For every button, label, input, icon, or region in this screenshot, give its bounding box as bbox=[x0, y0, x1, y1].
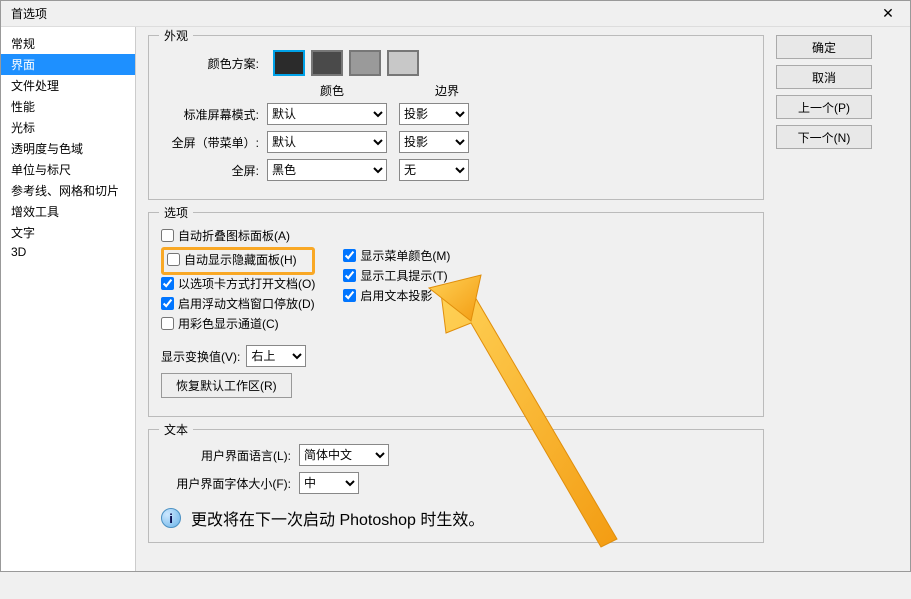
ui-font-label: 用户界面字体大小(F): bbox=[161, 475, 291, 492]
text-group-title: 文本 bbox=[159, 421, 193, 438]
sidebar-item-3d[interactable]: 3D bbox=[1, 243, 135, 261]
highlight-box: 自动显示隐藏面板(H) bbox=[161, 247, 315, 275]
opt-auto-show-hidden[interactable]: 自动显示隐藏面板(H) bbox=[167, 251, 309, 268]
opt-menu-colors-checkbox[interactable] bbox=[343, 249, 356, 262]
opt-floating-dock[interactable]: 启用浮动文档窗口停放(D) bbox=[161, 295, 315, 312]
fullscreen-label: 全屏: bbox=[161, 162, 259, 179]
cancel-button[interactable]: 取消 bbox=[776, 65, 872, 89]
ui-language-select[interactable]: 简体中文 bbox=[299, 444, 389, 466]
sidebar-item-interface[interactable]: 界面 bbox=[1, 54, 135, 75]
preferences-window: 首选项 ✕ 常规 界面 文件处理 性能 光标 透明度与色域 单位与标尺 参考线、… bbox=[0, 0, 911, 572]
fullscreen-menu-boundary-select[interactable]: 投影 bbox=[399, 131, 469, 153]
info-text: 更改将在下一次启动 Photoshop 时生效。 bbox=[191, 506, 484, 530]
ok-button[interactable]: 确定 bbox=[776, 35, 872, 59]
sidebar-item-units[interactable]: 单位与标尺 bbox=[1, 159, 135, 180]
appearance-group: 外观 颜色方案: 颜色 边界 标准屏幕模式: 默认 投影 bbox=[148, 35, 764, 200]
restore-workspace-button[interactable]: 恢复默认工作区(R) bbox=[161, 373, 292, 398]
opt-open-tabs[interactable]: 以选项卡方式打开文档(O) bbox=[161, 275, 315, 292]
sidebar-item-plugins[interactable]: 增效工具 bbox=[1, 201, 135, 222]
standard-screen-boundary-select[interactable]: 投影 bbox=[399, 103, 469, 125]
opt-tooltips[interactable]: 显示工具提示(T) bbox=[343, 267, 450, 284]
ui-font-select[interactable]: 中 bbox=[299, 472, 359, 494]
content: 常规 界面 文件处理 性能 光标 透明度与色域 单位与标尺 参考线、网格和切片 … bbox=[1, 27, 910, 571]
header-boundary: 边界 bbox=[407, 82, 487, 99]
standard-screen-label: 标准屏幕模式: bbox=[161, 106, 259, 123]
fullscreen-menu-label: 全屏（带菜单）: bbox=[161, 134, 259, 151]
main-panel: 外观 颜色方案: 颜色 边界 标准屏幕模式: 默认 投影 bbox=[136, 27, 776, 571]
prev-button[interactable]: 上一个(P) bbox=[776, 95, 872, 119]
opt-tooltips-checkbox[interactable] bbox=[343, 269, 356, 282]
options-group-title: 选项 bbox=[159, 204, 193, 221]
opt-open-tabs-checkbox[interactable] bbox=[161, 277, 174, 290]
fullscreen-boundary-select[interactable]: 无 bbox=[399, 159, 469, 181]
opt-color-channels[interactable]: 用彩色显示通道(C) bbox=[161, 315, 315, 332]
standard-screen-color-select[interactable]: 默认 bbox=[267, 103, 387, 125]
sidebar-item-guides[interactable]: 参考线、网格和切片 bbox=[1, 180, 135, 201]
swatch-light[interactable] bbox=[387, 50, 419, 76]
sidebar-item-cursors[interactable]: 光标 bbox=[1, 117, 135, 138]
sidebar-item-file-handling[interactable]: 文件处理 bbox=[1, 75, 135, 96]
sidebar-item-performance[interactable]: 性能 bbox=[1, 96, 135, 117]
show-transform-select[interactable]: 右上 bbox=[246, 345, 306, 367]
appearance-group-title: 外观 bbox=[159, 27, 193, 44]
swatch-medium-light[interactable] bbox=[349, 50, 381, 76]
opt-text-shadow[interactable]: 启用文本投影 bbox=[343, 287, 450, 304]
color-scheme-label: 颜色方案: bbox=[161, 55, 259, 72]
fullscreen-menu-color-select[interactable]: 默认 bbox=[267, 131, 387, 153]
header-color: 颜色 bbox=[267, 82, 397, 99]
opt-auto-show-hidden-checkbox[interactable] bbox=[167, 253, 180, 266]
sidebar-item-transparency[interactable]: 透明度与色域 bbox=[1, 138, 135, 159]
swatch-dark[interactable] bbox=[273, 50, 305, 76]
sidebar: 常规 界面 文件处理 性能 光标 透明度与色域 单位与标尺 参考线、网格和切片 … bbox=[1, 27, 136, 571]
show-transform-label: 显示变换值(V): bbox=[161, 348, 240, 365]
sidebar-item-general[interactable]: 常规 bbox=[1, 33, 135, 54]
window-title: 首选项 bbox=[7, 5, 47, 22]
text-group: 文本 用户界面语言(L): 简体中文 用户界面字体大小(F): 中 i 更改将在… bbox=[148, 429, 764, 543]
right-panel: 确定 取消 上一个(P) 下一个(N) bbox=[776, 27, 886, 571]
opt-color-channels-checkbox[interactable] bbox=[161, 317, 174, 330]
titlebar: 首选项 ✕ bbox=[1, 1, 910, 27]
sidebar-item-type[interactable]: 文字 bbox=[1, 222, 135, 243]
opt-auto-collapse[interactable]: 自动折叠图标面板(A) bbox=[161, 227, 315, 244]
ui-language-label: 用户界面语言(L): bbox=[161, 447, 291, 464]
fullscreen-color-select[interactable]: 黑色 bbox=[267, 159, 387, 181]
opt-auto-collapse-checkbox[interactable] bbox=[161, 229, 174, 242]
opt-floating-dock-checkbox[interactable] bbox=[161, 297, 174, 310]
options-group: 选项 自动折叠图标面板(A) 自动显示隐藏面板(H) 以选项卡方式打开文档(O)… bbox=[148, 212, 764, 417]
close-icon[interactable]: ✕ bbox=[872, 5, 904, 22]
opt-text-shadow-checkbox[interactable] bbox=[343, 289, 356, 302]
next-button[interactable]: 下一个(N) bbox=[776, 125, 872, 149]
swatch-medium-dark[interactable] bbox=[311, 50, 343, 76]
info-icon: i bbox=[161, 508, 181, 528]
opt-menu-colors[interactable]: 显示菜单颜色(M) bbox=[343, 247, 450, 264]
